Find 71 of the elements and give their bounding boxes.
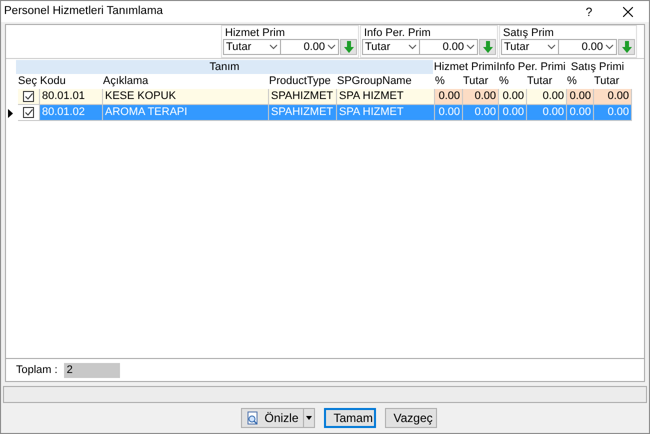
ok-button[interactable]: Tamam: [324, 408, 376, 428]
total-label: Toplam :: [16, 362, 58, 378]
table-cell: 80.01.02: [40, 105, 103, 121]
caret-icon: [306, 416, 312, 420]
check-icon: [24, 93, 32, 100]
table-cell: 0.00: [594, 89, 632, 105]
column-header[interactable]: ProductType: [267, 74, 335, 89]
table-cell: SPA HIZMET: [337, 89, 435, 105]
table-cell: 0.00: [435, 89, 463, 105]
amount-dropdown[interactable]: 0.00: [420, 39, 478, 55]
type-dropdown[interactable]: Tutar: [223, 39, 281, 55]
band-header: Hizmet Primi: [433, 60, 497, 74]
band-header: Tanım: [16, 60, 433, 74]
column-header[interactable]: %: [497, 74, 525, 89]
help-button[interactable]: ?: [571, 2, 607, 20]
table-cell: 0.00: [594, 105, 632, 121]
column-header[interactable]: %: [565, 74, 592, 89]
close-icon: [623, 6, 633, 16]
total-field: 2: [64, 362, 120, 378]
filter-label: Satış Prim: [502, 27, 555, 39]
apply-button[interactable]: [618, 39, 635, 55]
table-cell: KESE KOPUK: [103, 89, 269, 105]
magnifier-page-icon: [246, 411, 260, 425]
chevron-down-icon: [547, 44, 556, 50]
check-icon: [24, 109, 32, 116]
table-cell: 80.01.01: [40, 89, 103, 105]
band-header: Info Per. Primi: [497, 60, 565, 74]
table-cell: 0.00: [463, 89, 499, 105]
apply-button[interactable]: [479, 39, 496, 55]
table-cell: 0.00: [499, 105, 527, 121]
amount-dropdown[interactable]: 0.00: [559, 39, 617, 55]
band-header: Satış Primi: [570, 60, 626, 74]
table-cell: SPAHIZMET: [269, 105, 337, 121]
row-checkbox[interactable]: [23, 91, 34, 102]
table-cell: 0.00: [567, 105, 594, 121]
dropdown-button[interactable]: [304, 408, 314, 428]
column-header[interactable]: Seç: [16, 74, 38, 89]
apply-button[interactable]: [340, 39, 357, 55]
table-cell: 0.00: [435, 105, 463, 121]
table-cell: 0.00: [463, 105, 499, 121]
table-cell: 0.00: [567, 89, 594, 105]
filter-label: Hizmet Prim: [224, 27, 286, 39]
table-cell: SPAHIZMET: [269, 89, 337, 105]
chevron-down-icon: [269, 44, 278, 50]
chevron-down-icon: [408, 44, 417, 50]
table-cell: 0.00: [527, 105, 567, 121]
chevron-down-icon: [327, 44, 336, 50]
column-header[interactable]: Tutar: [461, 74, 497, 89]
preview-button[interactable]: Önizle: [241, 408, 304, 428]
table-cell: AROMA TERAPI: [103, 105, 269, 121]
cancel-button[interactable]: Vazgeç: [384, 408, 436, 428]
row-checkbox[interactable]: [23, 107, 34, 118]
amount-dropdown[interactable]: 0.00: [281, 39, 339, 55]
down-arrow-icon: [344, 41, 354, 53]
column-header[interactable]: %: [433, 74, 461, 89]
type-dropdown[interactable]: Tutar: [362, 39, 420, 55]
column-header[interactable]: Tutar: [592, 74, 630, 89]
type-dropdown[interactable]: Tutar: [501, 39, 559, 55]
chevron-down-icon: [466, 44, 475, 50]
table-cell: 0.00: [499, 89, 527, 105]
column-header[interactable]: Kodu: [38, 74, 101, 89]
down-arrow-icon: [482, 41, 492, 53]
window-title: Personel Hizmetleri Tanımlama: [4, 4, 164, 19]
chevron-down-icon: [605, 44, 614, 50]
column-header[interactable]: SPGroupName: [335, 74, 433, 89]
column-header[interactable]: Açıklama: [101, 74, 267, 89]
column-header[interactable]: Tutar: [525, 74, 565, 89]
table-cell: SPA HIZMET: [337, 105, 435, 121]
table-cell: 0.00: [527, 89, 567, 105]
filter-label: Info Per. Prim: [363, 27, 432, 39]
down-arrow-icon: [622, 41, 632, 53]
